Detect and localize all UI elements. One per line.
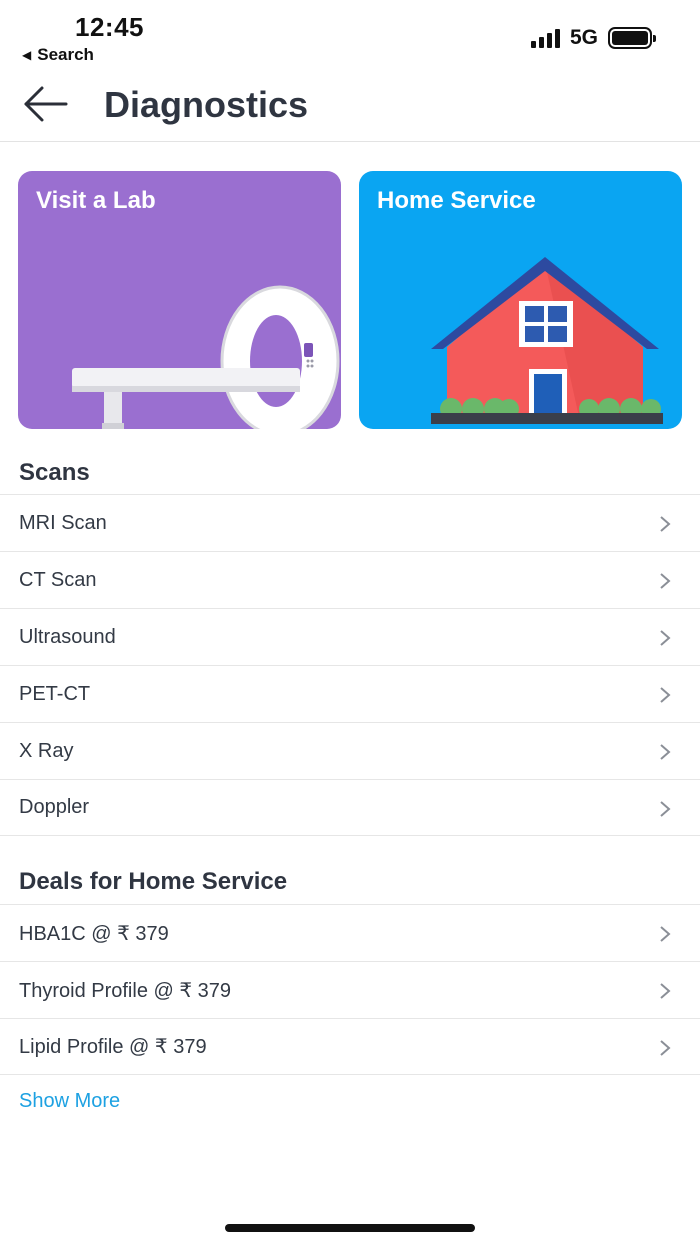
scans-list: MRI Scan CT Scan Ultrasound PET-CT X Ray… [0,494,700,836]
deals-list: HBA1C @ ₹ 379 Thyroid Profile @ ₹ 379 Li… [0,904,700,1075]
list-item-label: PET-CT [19,682,91,705]
chevron-right-icon [660,926,671,942]
visit-lab-card[interactable]: Visit a Lab [18,171,341,429]
battery-icon [608,27,656,49]
network-type: 5G [569,26,598,49]
chevron-right-icon [660,1040,671,1056]
list-item-pet-ct[interactable]: PET-CT [0,665,700,722]
back-arrow-icon[interactable] [22,80,70,128]
home-service-card[interactable]: Home Service [359,171,682,429]
list-item-ultrasound[interactable]: Ultrasound [0,608,700,665]
status-bar: 12:45 ◀ Search 5G [0,0,700,70]
status-time: 12:45 [75,12,144,42]
chevron-right-icon [660,516,671,532]
service-cards: Visit a Lab Home Service [18,171,682,429]
list-item-thyroid-profile[interactable]: Thyroid Profile @ ₹ 379 [0,961,700,1018]
list-item-label: Doppler [19,796,90,818]
home-indicator[interactable] [225,1224,475,1232]
list-item-ct-scan[interactable]: CT Scan [0,551,700,608]
chevron-right-icon [660,983,671,999]
list-item-lipid-profile[interactable]: Lipid Profile @ ₹ 379 [0,1018,700,1075]
list-item-label: Ultrasound [19,625,116,648]
list-item-label: Thyroid Profile @ ₹ 379 [19,979,232,1002]
deals-section-title: Deals for Home Service [19,868,288,895]
header: Diagnostics [0,70,700,142]
list-item-label: Lipid Profile @ ₹ 379 [19,1036,207,1058]
chevron-right-icon [660,744,671,760]
chevron-right-icon [660,687,671,703]
status-back-link[interactable]: ◀ Search [22,45,94,65]
list-item-label: CT Scan [19,568,97,591]
list-item-label: X Ray [19,739,74,762]
list-item-label: HBA1C @ ₹ 379 [19,922,169,945]
chevron-right-icon [660,630,671,646]
signal-icon [530,28,560,48]
chevron-right-icon [660,573,671,589]
status-indicators: 5G [530,26,656,50]
chevron-right-icon [660,801,671,817]
house-icon [431,257,663,424]
list-item-x-ray[interactable]: X Ray [0,722,700,779]
status-back-label: Search [37,45,94,64]
list-item-hba1c[interactable]: HBA1C @ ₹ 379 [0,904,700,961]
list-item-label: MRI Scan [19,511,107,534]
show-more-link[interactable]: Show More [19,1090,120,1113]
scans-section-title: Scans [19,459,90,486]
list-item-doppler[interactable]: Doppler [0,779,700,836]
list-item-mri-scan[interactable]: MRI Scan [0,494,700,551]
back-triangle-icon: ◀ [22,48,32,62]
mri-machine-icon [72,285,340,429]
page-title: Diagnostics [104,84,309,125]
